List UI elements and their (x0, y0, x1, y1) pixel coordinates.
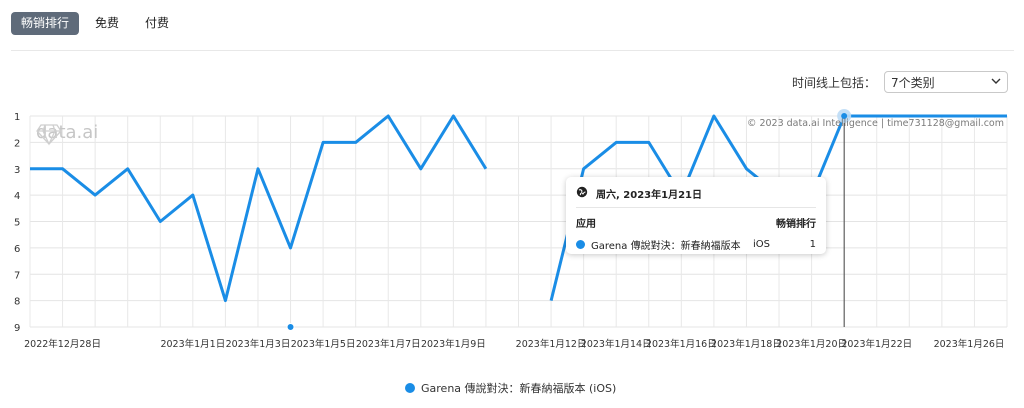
y-tick-label: 8 (14, 297, 20, 308)
x-tick-label: 2023年1月14日 (581, 338, 652, 350)
y-tick-label: 2 (14, 138, 20, 149)
tab-grossing[interactable]: 畅销排行 (11, 12, 80, 35)
tab-free[interactable]: 免费 (85, 12, 129, 35)
globe-icon (576, 186, 588, 201)
legend-color-dot (405, 383, 415, 393)
timeline-filter: 时间线上包括： 7个类别 (792, 71, 1008, 93)
tooltip-column-headers: 应用 畅销排行 (576, 214, 816, 230)
copyright-text: © 2023 data.ai Intelligence | time731128… (746, 118, 1004, 129)
tab-paid[interactable]: 付费 (135, 12, 179, 35)
tooltip-row: Garena 傳說對決：新春納福版本 iOS 1 (576, 236, 816, 252)
tooltip-rank-value: 1 (809, 238, 816, 250)
x-tick-label: 2023年1月3日 (226, 338, 291, 350)
legend-label: Garena 傳說對決：新春納福版本 (iOS) (421, 382, 617, 395)
rank-chart: 1 2 3 4 5 6 7 8 9 2022年12月28日 2023年1月1日 2023年1月3日 20… (0, 104, 1024, 354)
y-tick-label: 3 (14, 165, 20, 176)
x-tick-label: 2022年12月28日 (24, 338, 101, 350)
y-tick-label: 6 (14, 244, 20, 255)
tab-bar: 畅销排行 免费 付费 (11, 12, 185, 35)
tooltip-header: 周六, 2023年1月21日 (576, 183, 816, 203)
x-tick-label: 2023年1月18日 (711, 338, 782, 350)
tooltip-platform: iOS (753, 238, 770, 250)
series-color-dot (576, 239, 585, 249)
x-tick-label: 2023年1月7日 (356, 338, 421, 350)
chevron-down-icon (991, 75, 1001, 89)
tooltip-col-app: 应用 (576, 218, 596, 230)
category-select[interactable]: 7个类别 (884, 71, 1008, 93)
x-tick-label: 2023年1月26日 (934, 338, 1005, 350)
tooltip-col-rank: 畅销排行 (776, 218, 816, 230)
tooltip-date: 周六, 2023年1月21日 (596, 189, 702, 201)
category-select-value: 7个类别 (891, 75, 935, 90)
divider (11, 50, 1014, 51)
x-tick-label: 2023年1月1日 (160, 338, 225, 350)
y-tick-label: 5 (14, 218, 20, 229)
watermark-logo: data.ai (36, 122, 98, 146)
diamond-icon (36, 124, 62, 146)
filter-label: 时间线上包括： (791, 75, 876, 90)
y-tick-label: 1 (14, 112, 20, 123)
chart-svg: 1234567892022年12月28日 2023年1月1日 2023年1月3日 20… (14, 109, 1008, 350)
x-tick-label: 2023年1月16日 (646, 338, 717, 350)
y-tick-label: 4 (14, 191, 20, 202)
y-tick-label: 9 (14, 323, 20, 334)
x-tick-label: 2023年1月20日 (776, 338, 847, 350)
y-tick-label: 7 (14, 270, 20, 281)
x-tick-label: 2023年1月22日 (841, 338, 912, 350)
data-point (286, 323, 295, 331)
x-tick-label: 2023年1月12日 (516, 338, 587, 350)
chart-legend[interactable]: Garena 傳說對決：新春納福版本 (iOS) (405, 380, 616, 396)
x-tick-label: 2023年1月5日 (291, 338, 356, 350)
chart-tooltip: 周六, 2023年1月21日 应用 畅销排行 Garena 傳說對決：新春納福版… (566, 177, 826, 254)
tooltip-divider (576, 207, 816, 208)
x-tick-label: 2023年1月9日 (421, 338, 486, 350)
tooltip-app-name: Garena 傳說對決：新春納福版本 (591, 240, 741, 252)
